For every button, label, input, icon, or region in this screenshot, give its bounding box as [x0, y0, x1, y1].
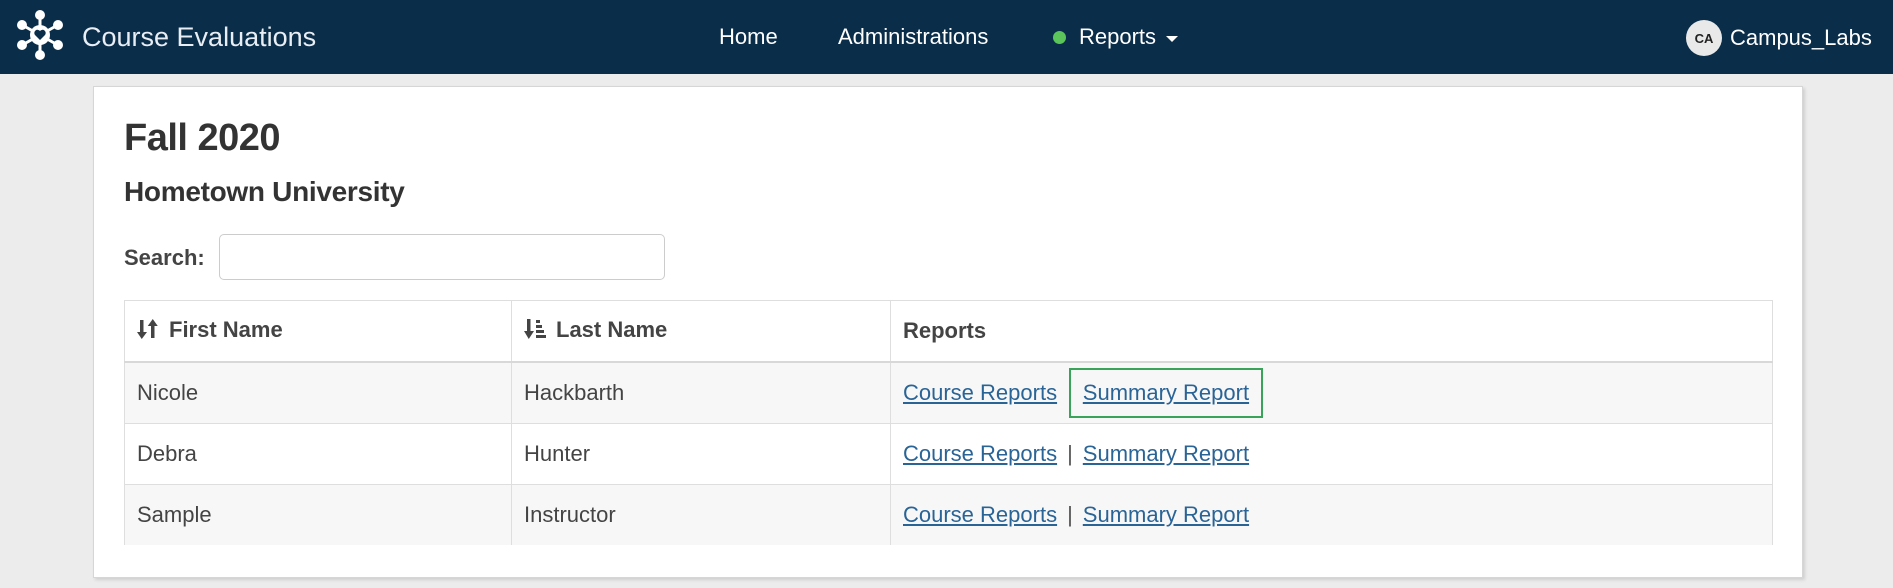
user-menu[interactable]: CA Campus_Labs [1686, 19, 1872, 57]
avatar: CA [1686, 20, 1722, 56]
main-nav: Home Administrations Reports [0, 0, 1893, 74]
page-title: Fall 2020 [124, 117, 281, 159]
top-navbar: Course Evaluations Home Administrations … [0, 0, 1893, 74]
first-name-cell: Debra [124, 423, 512, 485]
search-input[interactable] [219, 234, 665, 280]
table-row: Sample Instructor Course Reports | Summary… [124, 484, 1773, 545]
course-reports-link[interactable]: Course Reports [903, 380, 1057, 405]
status-dot-icon [1053, 30, 1066, 44]
reports-cell: Course Reports | Summary Report [890, 423, 1773, 485]
summary-report-link[interactable]: Summary Report [1083, 441, 1249, 466]
table-row: Debra Hunter Course Reports | Summary Repo… [124, 423, 1773, 485]
nav-reports-dropdown[interactable]: Reports [1053, 0, 1179, 74]
course-reports-link[interactable]: Course Reports [903, 441, 1057, 466]
course-reports-link[interactable]: Course Reports [903, 502, 1057, 527]
link-separator: | [1067, 502, 1073, 527]
nav-home-link[interactable]: Home [719, 0, 778, 74]
last-name-header-label: Last Name [556, 316, 668, 342]
first-name-header-label: First Name [169, 316, 283, 342]
user-name: Campus_Labs [1730, 25, 1872, 50]
first-name-cell: Sample [124, 484, 512, 545]
nav-reports-label: Reports [1079, 24, 1157, 49]
sort-ascending-icon [524, 318, 548, 346]
summary-report-link[interactable]: Summary Report [1083, 502, 1249, 527]
reports-cell: Course Reports | Summary Report [890, 361, 1773, 424]
content-card: Fall 2020 Hometown University Search: Fi… [93, 86, 1803, 578]
highlight-box: Summary Report [1068, 368, 1264, 418]
nav-administrations-link[interactable]: Administrations [838, 0, 988, 74]
sort-both-icon [137, 318, 161, 346]
table-header-row: First Name Last Name Reports [124, 300, 1773, 363]
reports-header-label: Reports [903, 318, 987, 343]
first-name-cell: Nicole [124, 361, 512, 424]
caret-down-icon [1166, 35, 1179, 42]
page-subtitle: Hometown University [124, 176, 405, 207]
table-row: Nicole Hackbarth Course Reports | Summary … [124, 361, 1773, 424]
column-header-reports: Reports [890, 300, 1773, 363]
link-separator: | [1067, 441, 1073, 466]
last-name-cell: Instructor [511, 484, 891, 545]
reports-cell: Course Reports | Summary Report [890, 484, 1773, 545]
column-header-first-name[interactable]: First Name [124, 300, 512, 363]
summary-report-link[interactable]: Summary Report [1083, 380, 1249, 405]
last-name-cell: Hunter [511, 423, 891, 485]
instructor-table: First Name Last Name Reports Nicole Hack… [124, 300, 1773, 545]
column-header-last-name[interactable]: Last Name [511, 300, 891, 363]
search-label: Search: [124, 245, 205, 270]
last-name-cell: Hackbarth [511, 361, 891, 424]
